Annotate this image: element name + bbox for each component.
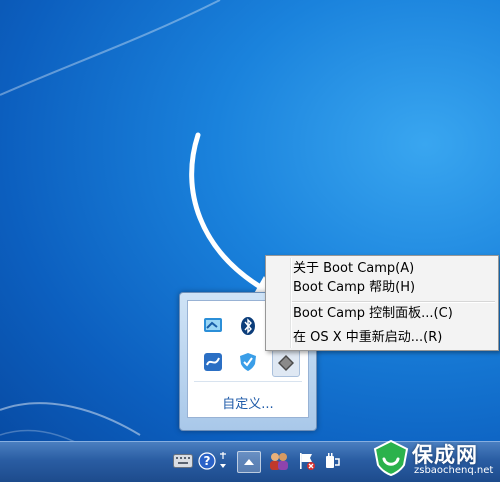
menu-item-restart-in-os-x[interactable]: 在 OS X 中重新启动...(R) <box>267 328 497 347</box>
site-watermark: 保成网 zsbaochenq.net <box>368 437 500 481</box>
tray-separator <box>194 381 302 382</box>
display-settings-icon[interactable] <box>202 315 224 337</box>
network-tool-icon[interactable] <box>202 351 224 373</box>
bluetooth-icon[interactable] <box>237 315 259 337</box>
menu-separator <box>292 301 495 303</box>
svg-text:?: ? <box>204 454 211 468</box>
customize-link[interactable]: 自定义... <box>188 393 308 412</box>
menu-item-control-panel[interactable]: Boot Camp 控制面板...(C) <box>267 304 497 323</box>
menu-item-about[interactable]: 关于 Boot Camp(A) <box>267 259 497 278</box>
help-icon[interactable]: ? <box>196 450 218 472</box>
boot-camp-context-menu: 关于 Boot Camp(A) Boot Camp 帮助(H) Boot Cam… <box>265 255 499 351</box>
users-icon[interactable] <box>268 450 290 472</box>
network-status-icon[interactable] <box>217 450 229 472</box>
power-icon[interactable] <box>321 450 343 472</box>
security-shield-icon[interactable] <box>237 351 259 373</box>
menu-item-help[interactable]: Boot Camp 帮助(H) <box>267 278 497 297</box>
show-hidden-icons-icon[interactable] <box>237 451 261 473</box>
watermark-logo-icon <box>373 439 409 477</box>
boot-camp-icon[interactable] <box>272 349 300 377</box>
keyboard-icon[interactable] <box>172 450 194 472</box>
watermark-url: zsbaochenq.net <box>414 465 494 476</box>
action-center-flag-icon[interactable] <box>296 450 318 472</box>
